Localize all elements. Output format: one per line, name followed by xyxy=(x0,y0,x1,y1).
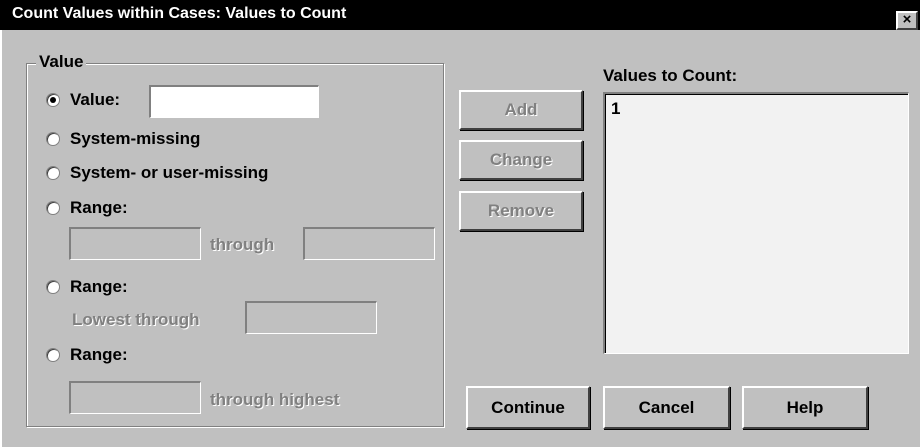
range-label: Range: xyxy=(70,198,128,217)
add-button[interactable]: Add xyxy=(459,90,583,130)
values-to-count-label: Values to Count: xyxy=(603,66,738,85)
range-through-label: through xyxy=(210,235,275,254)
range-to-field[interactable] xyxy=(303,227,435,260)
value-option[interactable]: Value: xyxy=(46,88,120,112)
lowest-through-label: Lowest through xyxy=(72,310,200,329)
window-title: Count Values within Cases: Values to Cou… xyxy=(12,5,347,22)
remove-button[interactable]: Remove xyxy=(459,191,583,231)
help-button[interactable]: Help xyxy=(742,386,868,429)
system-or-user-missing-label: System- or user-missing xyxy=(70,163,269,182)
close-button[interactable]: × xyxy=(896,11,918,30)
range-highest-option[interactable]: Range: xyxy=(46,343,128,367)
system-missing-option[interactable]: System-missing xyxy=(46,127,200,151)
range-highest-label: Range: xyxy=(70,345,128,364)
cancel-button[interactable]: Cancel xyxy=(603,386,730,429)
values-to-count-list[interactable]: 1 xyxy=(603,92,909,354)
range-highest-radio[interactable] xyxy=(46,348,60,362)
value-group-title: Value xyxy=(36,52,87,72)
title-bar: Count Values within Cases: Values to Cou… xyxy=(0,0,920,30)
value-input[interactable] xyxy=(151,87,318,117)
range-radio[interactable] xyxy=(46,201,60,215)
value-label: Value: xyxy=(70,90,121,109)
system-or-user-missing-option[interactable]: System- or user-missing xyxy=(46,161,268,185)
range-to-input[interactable] xyxy=(305,229,434,259)
range-highest-from-field[interactable] xyxy=(69,381,201,414)
value-radio[interactable] xyxy=(46,93,60,107)
list-item[interactable]: 1 xyxy=(611,99,620,119)
system-missing-label: System-missing xyxy=(70,129,201,148)
range-highest-from-input[interactable] xyxy=(71,383,200,413)
range-option[interactable]: Range: xyxy=(46,196,128,220)
range-lowest-label: Range: xyxy=(70,277,128,296)
system-missing-radio[interactable] xyxy=(46,132,60,146)
range-from-field[interactable] xyxy=(69,227,201,260)
continue-button[interactable]: Continue xyxy=(466,386,590,429)
range-lowest-to-input[interactable] xyxy=(247,303,376,333)
change-button[interactable]: Change xyxy=(459,140,583,180)
system-or-user-missing-radio[interactable] xyxy=(46,166,60,180)
value-input-field[interactable] xyxy=(149,85,319,118)
range-lowest-to-field[interactable] xyxy=(245,301,377,334)
range-lowest-option[interactable]: Range: xyxy=(46,275,128,299)
range-lowest-radio[interactable] xyxy=(46,280,60,294)
through-highest-label: through highest xyxy=(210,390,340,409)
range-from-input[interactable] xyxy=(71,229,200,259)
